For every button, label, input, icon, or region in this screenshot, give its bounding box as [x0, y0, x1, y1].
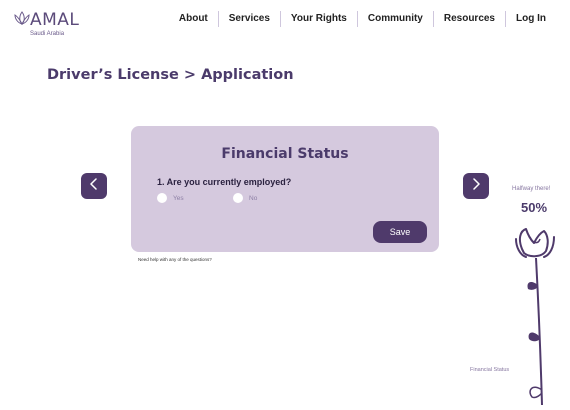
chevron-right-icon — [471, 177, 481, 195]
next-question-button[interactable] — [463, 173, 489, 199]
nav-your-rights[interactable]: Your Rights — [281, 12, 357, 26]
no-radio[interactable] — [233, 193, 243, 203]
option-label: No — [249, 194, 258, 202]
progress-message: Halfway there! — [512, 186, 551, 192]
option-label: Yes — [173, 194, 184, 202]
lotus-icon — [14, 10, 30, 30]
brand-logo[interactable]: AMAL Saudi Arabia — [14, 10, 79, 37]
chevron-left-icon — [89, 177, 99, 195]
nav-resources[interactable]: Resources — [434, 12, 505, 26]
previous-question-button[interactable] — [81, 173, 107, 199]
question-text: 1. Are you currently employed? — [157, 177, 292, 187]
question-card: Financial Status 1. Are you currently em… — [131, 126, 439, 252]
nav-about[interactable]: About — [169, 12, 218, 26]
option-no[interactable]: No — [233, 193, 257, 203]
breadcrumb: Driver’s License > Application — [47, 67, 294, 83]
rose-icon — [510, 225, 560, 410]
brand-name: AMAL — [30, 10, 80, 30]
current-section-label: Financial Status — [470, 367, 510, 373]
nav-services[interactable]: Services — [219, 12, 280, 26]
brand-tagline: Saudi Arabia — [30, 31, 65, 37]
section-title: Financial Status — [221, 146, 349, 162]
help-link[interactable]: Need help with any of the questions? — [138, 257, 212, 262]
yes-radio[interactable] — [157, 193, 167, 203]
nav-login[interactable]: Log In — [506, 12, 556, 26]
save-button[interactable]: Save — [373, 221, 427, 243]
top-nav: About Services Your Rights Community Res… — [169, 11, 556, 27]
progress-percent: 50% — [521, 200, 548, 215]
option-yes[interactable]: Yes — [157, 193, 184, 203]
nav-community[interactable]: Community — [358, 12, 433, 26]
